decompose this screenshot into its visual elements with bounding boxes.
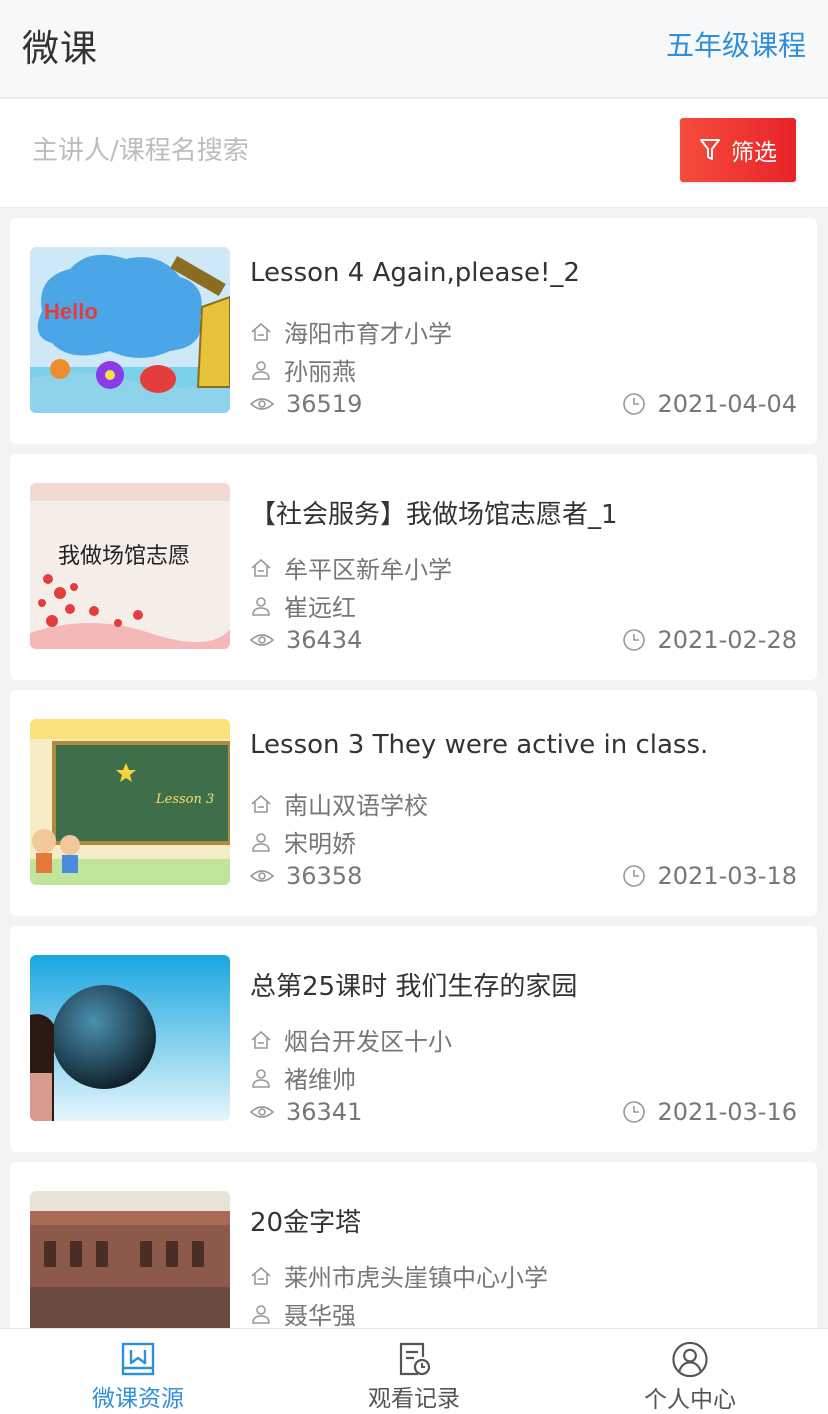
clock-icon: [622, 1101, 645, 1123]
course-views: 36341: [250, 1098, 362, 1126]
teacher-icon: [252, 596, 270, 616]
filter-button[interactable]: 筛选: [680, 118, 796, 182]
course-title: 【社会服务】我做场馆志愿者_1: [250, 500, 618, 530]
tab-label: 观看记录: [368, 1386, 460, 1412]
course-views: 36358: [250, 862, 362, 890]
course-card[interactable]: Lesson 3 Lesson 3 They were active in cl…: [10, 690, 817, 916]
course-date: 2021-03-18: [622, 862, 797, 890]
school-name: 海阳市育才小学: [284, 320, 452, 348]
publish-date: 2021-03-18: [657, 862, 797, 890]
thumb-lesson-text: Lesson 3: [155, 792, 214, 807]
teacher-icon: [252, 832, 270, 852]
school-name: 莱州市虎头崖镇中心小学: [284, 1264, 548, 1292]
clock-icon: [622, 393, 645, 415]
course-school: 烟台开发区十小: [250, 1022, 452, 1057]
course-school: 海阳市育才小学: [250, 314, 452, 349]
filter-icon: [700, 139, 720, 160]
view-count: 36341: [286, 1098, 363, 1126]
teacher-icon: [252, 1304, 270, 1324]
course-card[interactable]: 我做场馆志愿 【社会服务】我做场馆志愿者_1 牟平区新牟小学 崔远红 36434…: [10, 454, 817, 680]
publish-date: 2021-02-28: [657, 626, 797, 654]
eye-icon: [250, 870, 274, 882]
course-teacher: 宋明娇: [250, 824, 356, 859]
course-thumbnail: [30, 955, 230, 1121]
course-thumbnail: 我做场馆志愿: [30, 483, 230, 649]
thumb-title-text: 我做场馆志愿: [58, 544, 190, 569]
view-count: 36358: [286, 862, 363, 890]
course-title: Lesson 4 Again,please!_2: [250, 258, 580, 288]
user-profile-icon: [672, 1341, 708, 1378]
course-teacher: 聂华强: [250, 1296, 356, 1331]
eye-icon: [250, 1106, 274, 1118]
thumb-hello-text: Hello: [44, 299, 98, 324]
course-teacher: 孙丽燕: [250, 352, 356, 387]
teacher-icon: [252, 1068, 270, 1088]
course-views: 36434: [250, 626, 362, 654]
grade-courses-link[interactable]: 五年级课程: [666, 24, 806, 64]
view-count: 36519: [286, 390, 363, 418]
course-school: 牟平区新牟小学: [250, 550, 452, 585]
filter-label: 筛选: [731, 140, 777, 166]
course-views: 36519: [250, 390, 362, 418]
school-name: 南山双语学校: [284, 792, 428, 820]
teacher-name: 孙丽燕: [284, 358, 356, 386]
course-title: Lesson 3 They were active in class.: [250, 730, 709, 760]
teacher-icon: [252, 360, 270, 380]
teacher-name: 褚维帅: [284, 1066, 356, 1094]
publish-date: 2021-03-16: [657, 1098, 797, 1126]
publish-date: 2021-04-04: [657, 390, 797, 418]
school-icon: [251, 1030, 271, 1049]
tab-profile[interactable]: 个人中心: [552, 1329, 828, 1414]
tab-label: 个人中心: [644, 1387, 736, 1413]
search-input[interactable]: [14, 127, 654, 175]
course-teacher: 崔远红: [250, 588, 356, 623]
bottom-tab-bar: 微课资源 观看记录 个人中心: [0, 1328, 828, 1414]
course-teacher: 褚维帅: [250, 1060, 356, 1095]
school-name: 牟平区新牟小学: [284, 556, 452, 584]
clock-icon: [622, 629, 645, 651]
tab-watch-history[interactable]: 观看记录: [276, 1329, 552, 1414]
course-date: 2021-02-28: [622, 626, 797, 654]
school-icon: [251, 558, 271, 577]
clock-icon: [622, 865, 645, 887]
tab-label: 微课资源: [92, 1386, 184, 1412]
course-title: 总第25课时 我们生存的家园: [250, 972, 578, 1002]
course-card[interactable]: Hello Lesson 4 Again,please!_2 海阳市育才小学 孙…: [10, 218, 817, 444]
eye-icon: [250, 398, 274, 410]
view-count: 36434: [286, 626, 363, 654]
history-record-icon: [399, 1342, 431, 1376]
top-header: 微课 五年级课程: [0, 0, 828, 98]
course-thumbnail: Lesson 3: [30, 719, 230, 885]
course-card[interactable]: 总第25课时 我们生存的家园 烟台开发区十小 褚维帅 36341 2021-03…: [10, 926, 817, 1152]
school-name: 烟台开发区十小: [284, 1028, 452, 1056]
teacher-name: 崔远红: [284, 594, 356, 622]
course-title: 20金字塔: [250, 1208, 362, 1238]
school-icon: [251, 1266, 271, 1285]
course-date: 2021-03-16: [622, 1098, 797, 1126]
teacher-name: 宋明娇: [284, 830, 356, 858]
eye-icon: [250, 634, 274, 646]
school-icon: [251, 322, 271, 341]
course-date: 2021-04-04: [622, 390, 797, 418]
course-school: 莱州市虎头崖镇中心小学: [250, 1258, 548, 1293]
page-title: 微课: [22, 27, 98, 70]
school-icon: [251, 794, 271, 813]
course-school: 南山双语学校: [250, 786, 428, 821]
course-thumbnail: Hello: [30, 247, 230, 413]
tab-course-resources[interactable]: 微课资源: [0, 1329, 276, 1414]
bookmark-book-icon: [121, 1342, 155, 1376]
teacher-name: 聂华强: [284, 1302, 356, 1330]
